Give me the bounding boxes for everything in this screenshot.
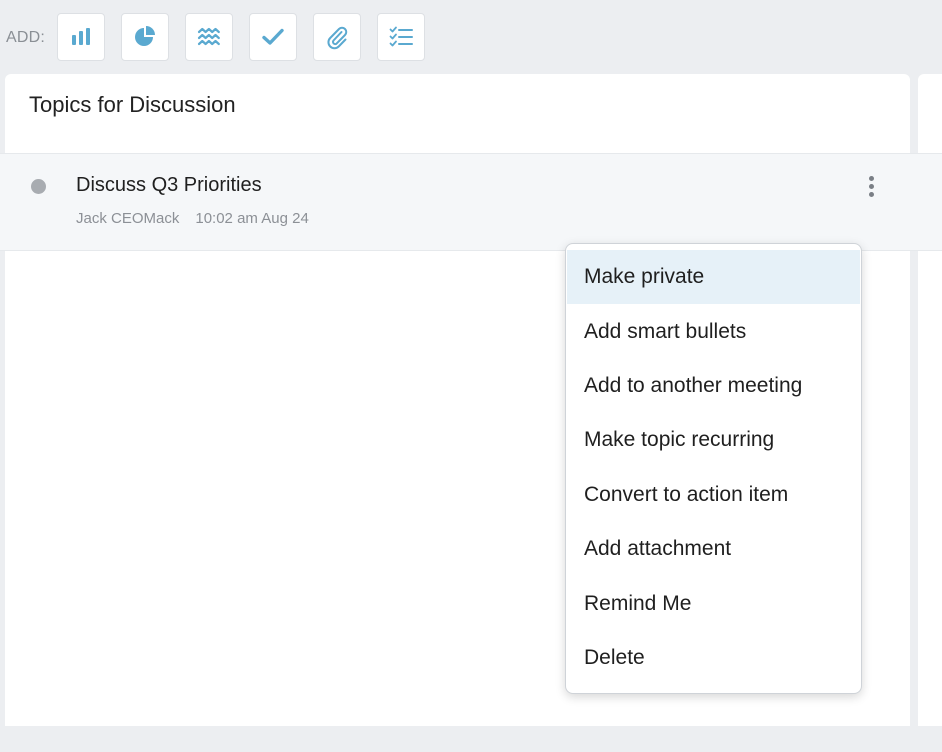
topic-author: Jack CEOMack	[76, 210, 180, 227]
topic-bullet-icon	[31, 179, 46, 194]
more-options-icon[interactable]	[864, 174, 880, 206]
paperclip-icon	[327, 26, 348, 50]
add-poll-button[interactable]	[121, 13, 169, 61]
panel-title: Topics for Discussion	[29, 92, 236, 117]
kebab-dot	[869, 192, 874, 197]
menu-item-add-smart-bullets[interactable]: Add smart bullets	[567, 304, 860, 358]
topic-row[interactable]: Discuss Q3 Priorities Jack CEOMack 10:02 …	[0, 153, 942, 251]
add-action-item-button[interactable]	[249, 13, 297, 61]
add-toolbar: ADD:	[0, 0, 942, 74]
add-attachment-button[interactable]	[313, 13, 361, 61]
menu-item-delete[interactable]: Delete	[567, 631, 860, 685]
kebab-dot	[869, 184, 874, 189]
menu-item-add-to-another-meeting[interactable]: Add to another meeting	[567, 359, 860, 413]
checkmark-icon	[262, 28, 284, 45]
menu-item-make-topic-recurring[interactable]: Make topic recurring	[567, 413, 860, 467]
menu-item-add-attachment[interactable]: Add attachment	[567, 522, 860, 576]
topic-title[interactable]: Discuss Q3 Priorities	[76, 174, 262, 197]
kebab-dot	[869, 176, 874, 181]
add-label: ADD:	[6, 29, 46, 46]
waves-icon	[197, 27, 220, 46]
checklist-icon	[389, 26, 413, 47]
add-checklist-button[interactable]	[377, 13, 425, 61]
menu-item-convert-to-action-item[interactable]: Convert to action item	[567, 468, 860, 522]
bar-chart-icon	[72, 28, 90, 45]
menu-item-make-private[interactable]: Make private	[567, 250, 860, 305]
add-agenda-button[interactable]	[185, 13, 233, 61]
add-chart-button[interactable]	[57, 13, 105, 61]
topic-context-menu: Make private Add smart bullets Add to an…	[565, 243, 862, 694]
menu-item-remind-me[interactable]: Remind Me	[567, 576, 860, 630]
pie-chart-icon	[135, 26, 155, 46]
topic-meta: Jack CEOMack 10:02 am Aug 24	[76, 210, 309, 227]
topic-timestamp: 10:02 am Aug 24	[195, 210, 309, 227]
